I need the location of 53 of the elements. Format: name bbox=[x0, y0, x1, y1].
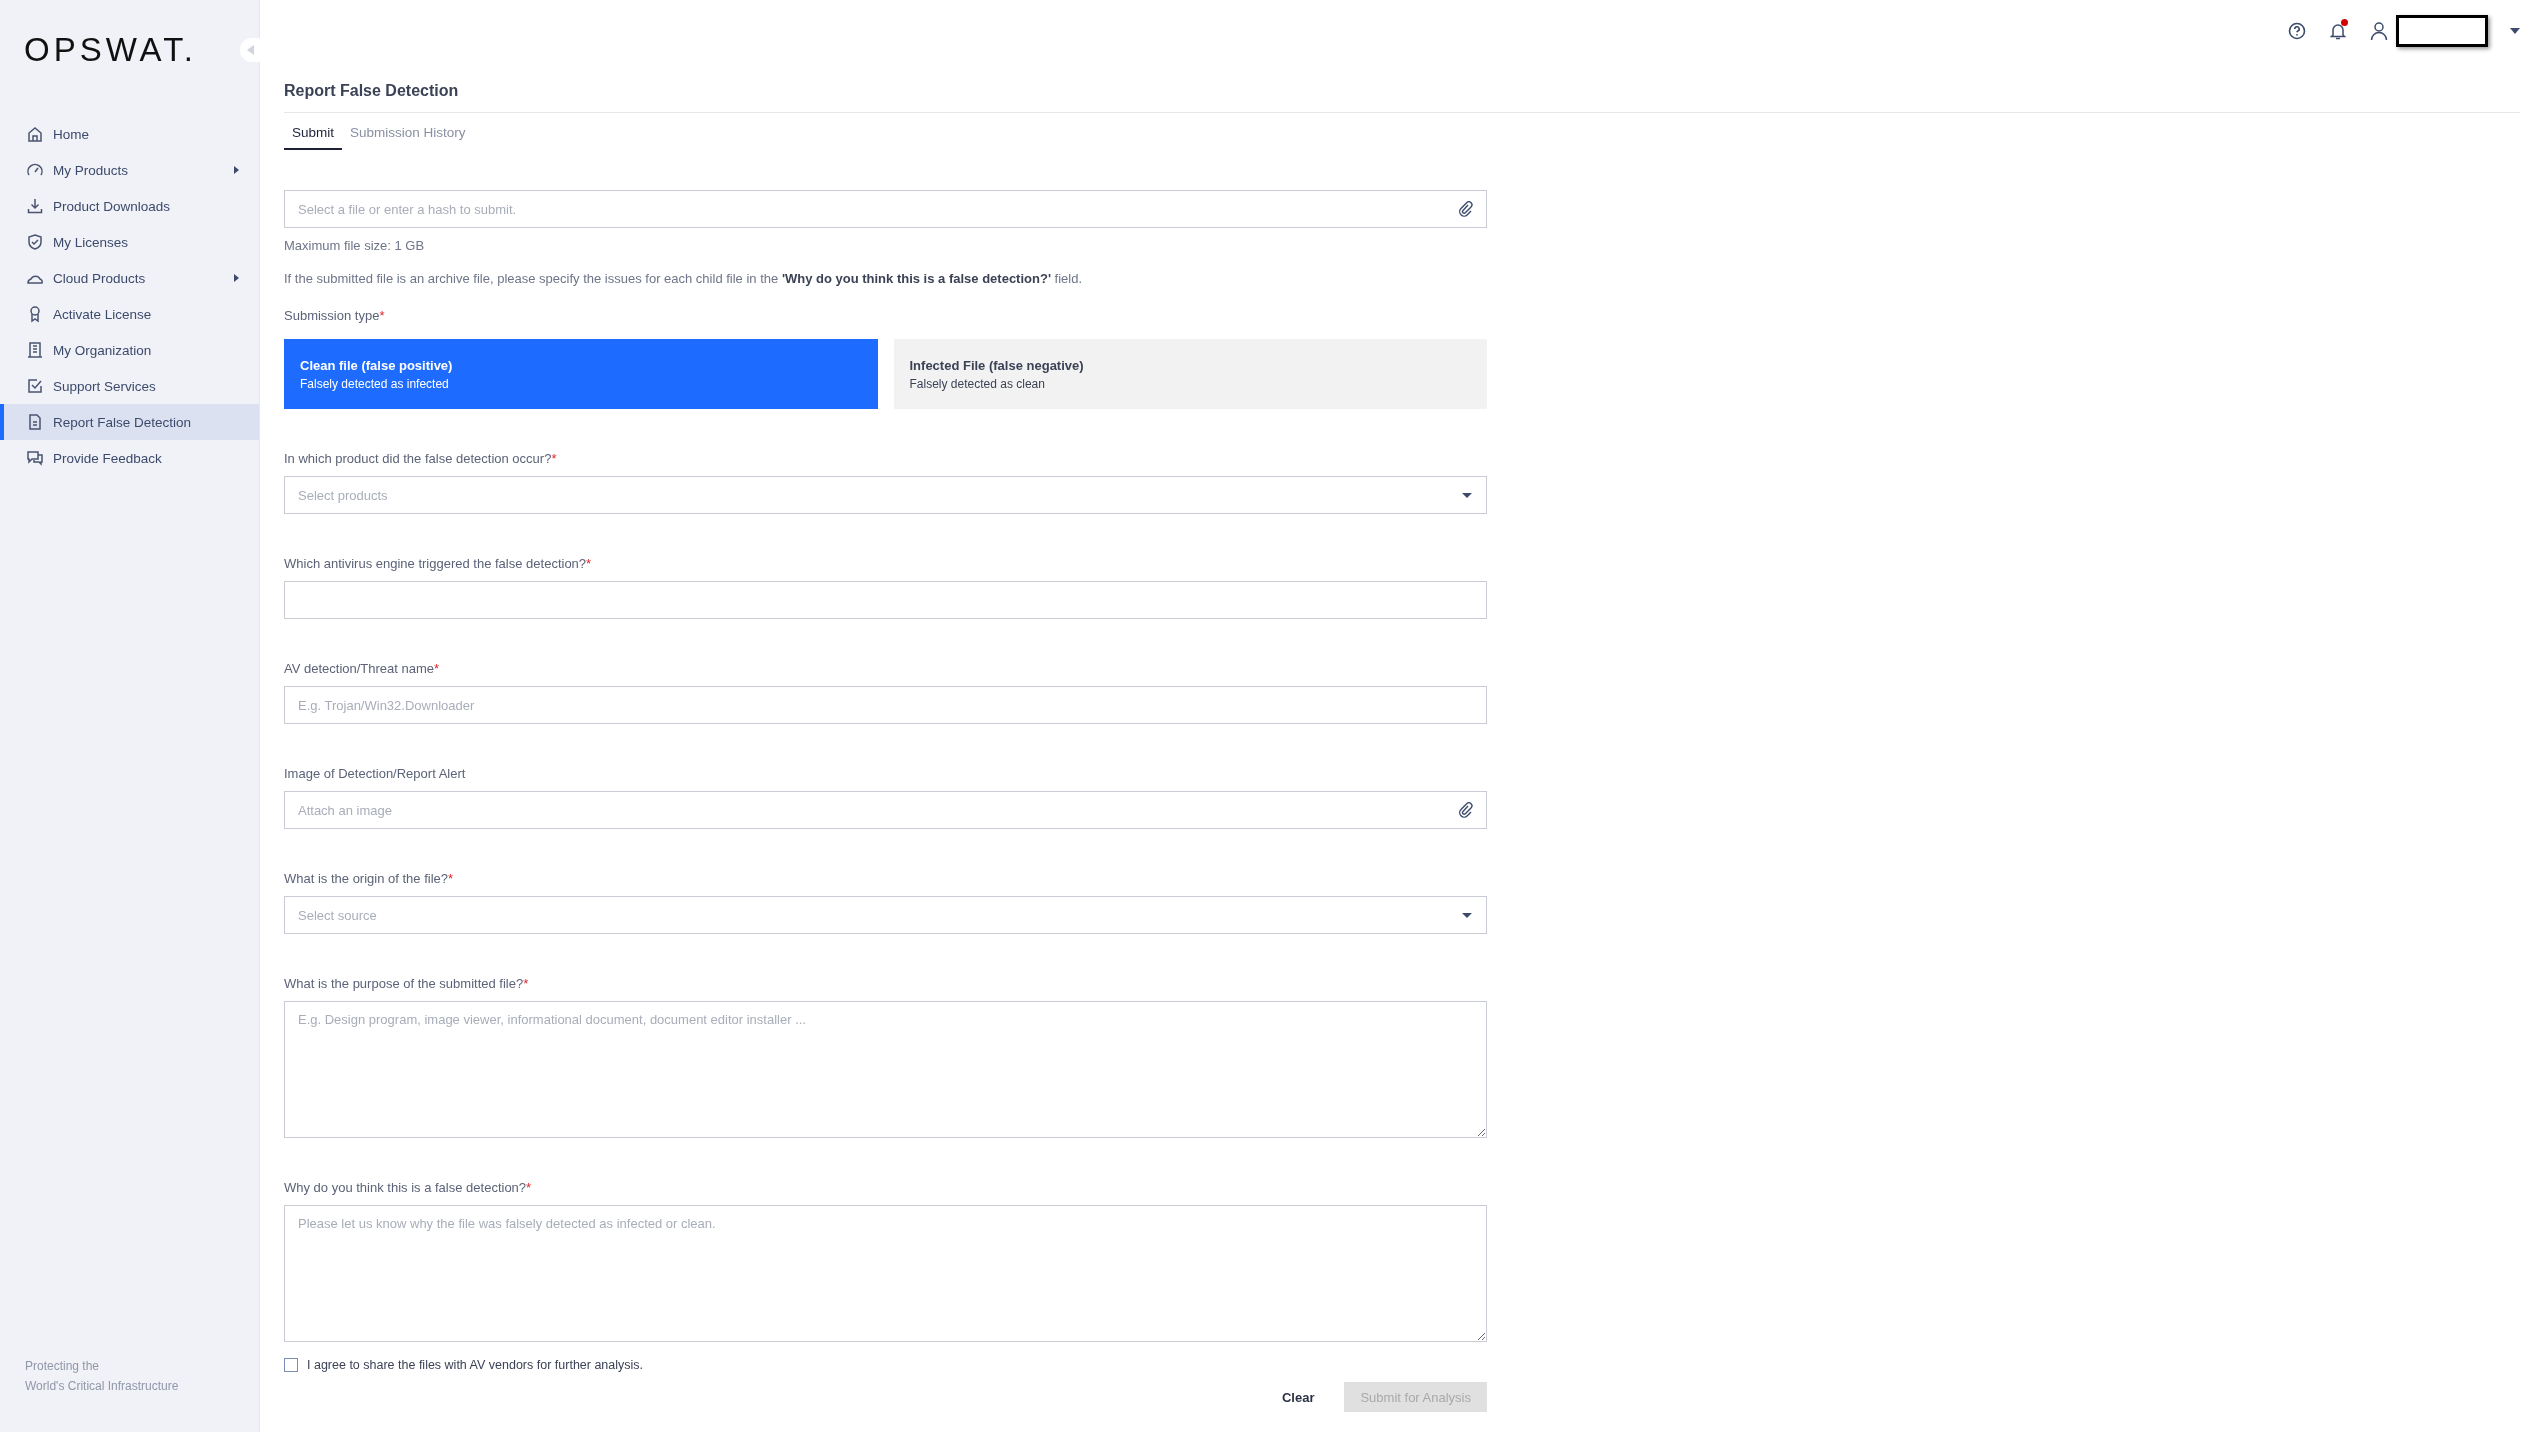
page-title: Report False Detection bbox=[284, 82, 2520, 113]
nav-item[interactable]: Report False Detection bbox=[0, 404, 259, 440]
submission-type-option[interactable]: Clean file (false positive) Falsely detected as infected bbox=[284, 339, 878, 409]
field-label: AV detection/Threat name* bbox=[284, 661, 441, 676]
text-input-field[interactable] bbox=[284, 581, 1487, 619]
text-input-field[interactable]: E.g. Trojan/Win32.Downloader bbox=[284, 686, 1487, 724]
shield-icon bbox=[26, 233, 44, 251]
paperclip-icon[interactable] bbox=[1459, 201, 1473, 217]
notification-bell-icon[interactable] bbox=[2328, 21, 2348, 41]
nav-item[interactable]: Activate License bbox=[0, 296, 259, 332]
caret-icon[interactable] bbox=[2510, 28, 2520, 34]
home-icon bbox=[26, 125, 44, 143]
download-icon bbox=[26, 197, 44, 215]
checkbox-label: I agree to share the files with AV vendors for further analysis. bbox=[307, 1358, 644, 1372]
field-label: What is the purpose of the submitted file?* bbox=[284, 976, 530, 991]
field-label: Submission type* bbox=[284, 308, 386, 323]
user-name-box[interactable] bbox=[2396, 15, 2488, 47]
checkbox[interactable] bbox=[284, 1358, 298, 1372]
nav-item[interactable]: My Organization bbox=[0, 332, 259, 368]
field-label: Image of Detection/Report Alert bbox=[284, 766, 467, 781]
nav-item[interactable]: Provide Feedback bbox=[0, 440, 259, 476]
field-label: Which antivirus engine triggered the false detection?* bbox=[284, 556, 593, 571]
field-label: In which product did the false detection occur?* bbox=[284, 451, 558, 466]
triangle-left-icon bbox=[247, 45, 255, 55]
clear-button[interactable]: Clear bbox=[1281, 1383, 1315, 1411]
nav-item[interactable]: My Licenses bbox=[0, 224, 259, 260]
field-label: What is the origin of the file?* bbox=[284, 871, 455, 886]
tagline-text: Protecting the bbox=[25, 1358, 101, 1375]
nav-item[interactable]: Cloud Products bbox=[0, 260, 259, 296]
document-icon bbox=[26, 413, 44, 431]
dropdown-caret-icon bbox=[1462, 912, 1472, 918]
file-input-field[interactable]: Select a file or enter a hash to submit. bbox=[284, 190, 1487, 228]
support-icon bbox=[26, 377, 44, 395]
building-icon bbox=[26, 341, 44, 359]
image-attach-field[interactable]: Attach an image bbox=[284, 791, 1487, 829]
nav-item[interactable]: My Products bbox=[0, 152, 259, 188]
help-icon[interactable] bbox=[2288, 22, 2306, 40]
field-label: Why do you think this is a false detection?* bbox=[284, 1180, 533, 1195]
tab[interactable]: Submit bbox=[284, 117, 343, 150]
text-area-field[interactable]: E.g. Design program, image viewer, informational document, document editor installer ... bbox=[284, 1001, 1487, 1138]
paperclip-icon[interactable] bbox=[1459, 802, 1473, 818]
dropdown-caret-icon bbox=[1462, 492, 1472, 498]
text-area-field[interactable]: Please let us know why the file was falsely detected as infected or clean. bbox=[284, 1205, 1487, 1342]
chat-icon bbox=[26, 449, 44, 467]
archive-note: If the submitted file is an archive file, please specify the issues for each child file in the 'Why do you think this is a false detection?' field. bbox=[284, 271, 1084, 286]
logo: OPSWAT. bbox=[24, 31, 197, 69]
tagline-text: World's Critical Infrastructure bbox=[25, 1378, 180, 1395]
submission-type-option[interactable]: Infected File (false negative) Falsely detected as clean bbox=[893, 339, 1487, 409]
nav-item[interactable]: Support Services bbox=[0, 368, 259, 404]
nav-item[interactable]: Product Downloads bbox=[0, 188, 259, 224]
user-icon[interactable] bbox=[2370, 21, 2388, 41]
file-size-hint: Maximum file size: 1 GB bbox=[284, 238, 426, 253]
nav-item[interactable]: Home bbox=[0, 116, 259, 152]
